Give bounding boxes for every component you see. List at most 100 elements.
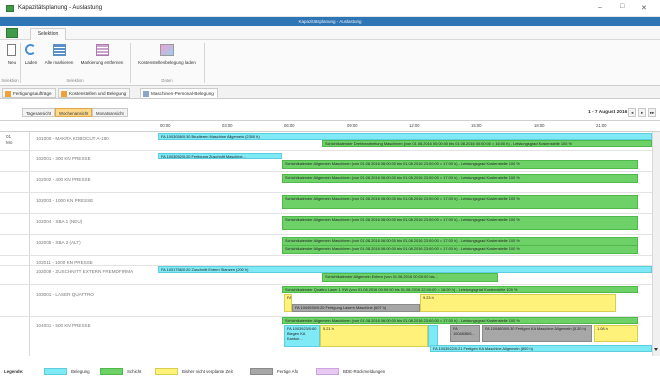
shift-bar[interactable]: Schichtkalender Allgemein Maschinen (von… (282, 174, 638, 183)
resource-label[interactable]: 104001 - 500 KN PRESSE (36, 323, 91, 328)
group-label-selektion-2: Selektion (66, 78, 84, 83)
remove-selection-button[interactable]: Markierung entfernen (78, 42, 126, 70)
remove-selection-label: Markierung entfernen (80, 60, 124, 65)
hour-label: 21:00 (596, 123, 607, 128)
legend-swatch-unplanned (155, 368, 178, 375)
resource-label[interactable]: 102002 - 400 KN PRESSE (36, 177, 91, 182)
new-document-icon (7, 44, 16, 56)
gantt-area: 01 Mo 101000 - MAKRA KOBOCUT A-180 10200… (0, 132, 660, 356)
shift-bar[interactable]: Schichtkalender Allgemein Maschinen (von… (282, 216, 638, 230)
title-bar: Kapazitätsplanung - Auslastung – □ ✕ (0, 0, 660, 17)
unplanned-bar[interactable]: 9.23 h (420, 294, 616, 312)
cost-center-icon (61, 91, 67, 97)
resource-label[interactable]: 101000 - MAKRA KOBOCUT A-180 (36, 136, 109, 141)
tab-label: Kostenstellen und Belegung (69, 91, 127, 96)
load-cost-center-label: Kostenstellenbelegung laden (138, 60, 196, 65)
hour-label: 09:00 (347, 123, 358, 128)
view-bar: Tagesansicht Wochenansicht Monatsansicht… (0, 107, 660, 120)
document-tabs: Fertigungsaufträge Kostenstellen und Bel… (0, 86, 660, 99)
ribbon-separator (20, 43, 21, 83)
hour-label: 12:00 (409, 123, 420, 128)
tab-label: Fertigungsaufträge (13, 91, 52, 96)
legend-label: Belegung (71, 369, 90, 374)
select-all-button[interactable]: Alle markieren (42, 42, 76, 70)
close-button[interactable]: ✕ (641, 4, 647, 12)
tab-kostenstellen[interactable]: Kostenstellen und Belegung (58, 88, 131, 98)
resource-label[interactable]: 102005 - SBA 2 (ALT) (36, 240, 81, 245)
vertical-scrollbar[interactable] (652, 132, 660, 356)
select-all-icon (53, 44, 66, 56)
week-view-button[interactable]: Wochenansicht (55, 108, 93, 117)
shift-bar[interactable]: Schichtkalender Quattro Laser 1 XW (von … (282, 286, 638, 293)
day-view-button[interactable]: Tagesansicht (22, 108, 56, 117)
window-subtitle: Kapazitätsplanung - Auslastung (298, 19, 362, 24)
resource-label[interactable]: 102003 - 1000 KN PRESSE (36, 198, 93, 203)
load-button-label: Laden (24, 60, 38, 65)
shift-bar[interactable]: Schichtkalender Allgemein Maschinen (von… (282, 317, 638, 324)
legend-label: BDE-Rückmeldungen (343, 369, 386, 374)
assignment-bar[interactable]: FA 1003923/0:60 Biegen KA Kantun... (284, 325, 320, 347)
time-header: 00:00 03:00 06:00 09:00 12:00 15:00 18:0… (0, 120, 660, 132)
ribbon: Neu Laden Alle markieren Markierung entf… (0, 40, 660, 86)
quick-access-icon[interactable] (6, 28, 18, 38)
shift-bar[interactable]: Schichtkalender Allgemein Extern (von 01… (322, 273, 498, 282)
legend-swatch-schicht (100, 368, 123, 375)
tab-maschinen-personal[interactable]: Maschinen-Personal-Belegung (140, 88, 218, 98)
orders-icon (5, 91, 11, 97)
window-title: Kapazitätsplanung - Auslastung (18, 5, 103, 11)
shift-bar[interactable]: Schichtkalender Allgemein Maschinen (von… (282, 245, 638, 254)
finished-operation-bar[interactable]: FA 1004809/0:30 Fertigen KA Maschine All… (482, 325, 592, 342)
chart-load-icon (160, 44, 174, 56)
legend-label: Schicht (127, 369, 142, 374)
group-label-selektion-1: Selektion (1, 78, 19, 83)
refresh-icon (25, 44, 36, 55)
resource-label[interactable]: 103001 - LASER QUATTRO (36, 292, 94, 297)
resource-label[interactable]: 102009 - ZUSCHNITT EXTERN FREMDFIRMA (36, 269, 133, 274)
legend-swatch-belegung (44, 368, 67, 375)
tab-selektion[interactable]: Selektion (30, 28, 66, 40)
nav-next-button[interactable]: ▸ (638, 108, 647, 117)
finished-operation-bar[interactable]: FA 1004835/0... (450, 325, 480, 342)
remove-selection-icon (96, 44, 109, 56)
day-number: 01 (6, 134, 12, 139)
assignment-bar[interactable]: FA 1003922/0:21 Fertigen KA Maschine All… (430, 345, 652, 352)
nav-end-button[interactable]: ▸▸ (648, 108, 657, 117)
unplanned-bar[interactable]: FA 1 (284, 294, 292, 312)
resource-label[interactable]: 102004 - SBA 1 (NEU) (36, 219, 82, 224)
assignment-bar[interactable]: FA 1001756/0:20 Zuschnitt Extern Stanzen… (158, 266, 652, 273)
resource-label[interactable]: 102001 - 300 KN PRESSE (36, 156, 91, 161)
new-button[interactable]: Neu (4, 42, 20, 70)
subtitle-bar: Kapazitätsplanung - Auslastung (0, 17, 660, 26)
group-label-daten: Daten (161, 78, 173, 83)
legend-swatch-bde (316, 368, 339, 375)
maximize-button[interactable]: □ (620, 3, 624, 10)
assignment-bar[interactable]: FA 1003052/0:20 Fertigung Zuschnitt Masc… (158, 153, 282, 159)
ribbon-separator (130, 43, 131, 83)
legend: Legende: Belegung Schicht Bisher nicht v… (0, 365, 660, 378)
minimize-button[interactable]: – (598, 4, 602, 11)
load-cost-center-button[interactable]: Kostenstellenbelegung laden (134, 42, 200, 70)
tab-label: Maschinen-Personal-Belegung (151, 91, 214, 96)
row-divider (0, 150, 652, 151)
legend-title: Legende: (4, 369, 24, 374)
shift-bar[interactable]: Schichtkalender Allgemein Maschinen (von… (282, 160, 638, 169)
unplanned-bar[interactable]: 1.08 h (594, 325, 638, 342)
ribbon-separator (204, 43, 205, 83)
finished-operation-bar[interactable]: FA 1004939/0:20 Fertigung Lasern Maschin… (292, 304, 420, 312)
scroll-down-icon[interactable] (654, 348, 658, 351)
machine-icon (143, 91, 149, 97)
hour-label: 15:00 (471, 123, 482, 128)
unplanned-bar[interactable]: 5.21 h (320, 325, 428, 347)
assignment-bar[interactable] (428, 325, 438, 347)
month-view-button[interactable]: Monatsansicht (92, 108, 128, 117)
load-button[interactable]: Laden (22, 42, 40, 70)
app-grid-icon (6, 5, 14, 12)
tab-fertigungsauftraege[interactable]: Fertigungsaufträge (2, 88, 56, 98)
day-name: Mo (6, 140, 13, 145)
row-divider (0, 255, 652, 256)
hour-label: 06:00 (284, 123, 295, 128)
shift-bar[interactable]: Schichtkalender Drehbearbeitung Maschine… (322, 140, 652, 147)
nav-prev-button[interactable]: ◂ (628, 108, 637, 117)
shift-bar[interactable]: Schichtkalender Allgemein Maschinen (von… (282, 195, 638, 209)
assignment-bar[interactable]: FA 1003058/0:30 Brudieren Maschine Allge… (158, 133, 652, 140)
